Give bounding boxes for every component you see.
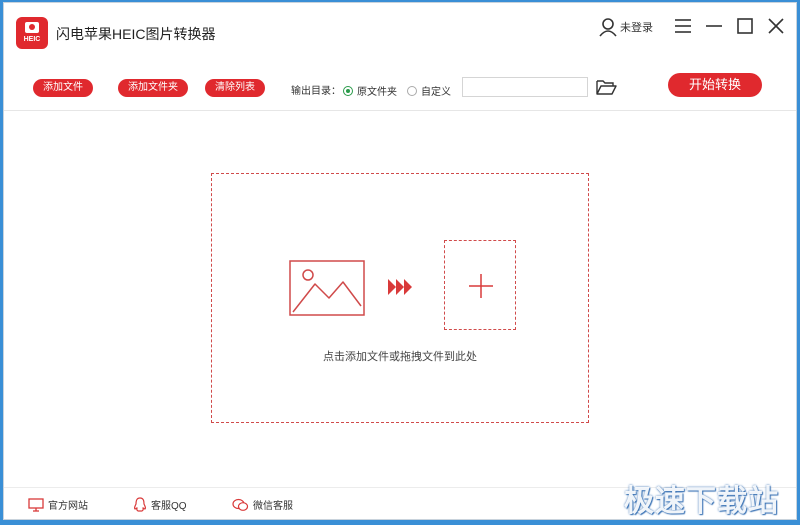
browse-folder-button[interactable] [595, 77, 617, 97]
radio-custom-label: 自定义 [421, 87, 451, 98]
start-convert-button[interactable]: 开始转换 [668, 73, 762, 97]
hamburger-icon [675, 19, 691, 33]
plus-icon [469, 274, 493, 298]
radio-original-folder[interactable]: 原文件夹 [343, 83, 397, 98]
watermark-text: 极速下载站 [624, 485, 779, 518]
radio-original-label: 原文件夹 [357, 87, 397, 98]
wechat-support-label: 微信客服 [253, 501, 293, 512]
camera-icon [25, 22, 39, 33]
login-label: 未登录 [620, 22, 653, 34]
wechat-support-link[interactable]: 微信客服 [232, 497, 293, 512]
radio-unchecked-icon [407, 85, 417, 96]
output-dir-label: 输出目录： [291, 86, 341, 97]
login-button[interactable]: 未登录 [598, 17, 653, 37]
logo-text: HEIC [23, 36, 41, 43]
maximize-button[interactable] [734, 15, 756, 37]
close-button[interactable] [765, 15, 787, 37]
maximize-icon [737, 18, 753, 34]
add-file-button[interactable]: 添加文件 [33, 79, 93, 97]
wechat-icon [232, 498, 249, 511]
image-icon [289, 260, 365, 316]
qq-support-label: 客服QQ [151, 501, 187, 512]
folder-open-icon [596, 80, 617, 95]
minimize-button[interactable] [703, 15, 725, 37]
user-icon [599, 18, 617, 37]
qq-icon [133, 497, 147, 512]
menu-button[interactable] [672, 15, 694, 37]
official-website-link[interactable]: 官方网站 [28, 497, 88, 512]
drop-hint-text: 点击添加文件或拖拽文件到此处 [323, 351, 477, 363]
qq-support-link[interactable]: 客服QQ [133, 497, 187, 512]
output-path-input[interactable] [462, 77, 588, 97]
monitor-icon [28, 497, 44, 512]
triple-arrow-icon [388, 279, 412, 295]
official-website-label: 官方网站 [48, 501, 88, 512]
app-window: HEIC 闪电苹果HEIC图片转换器 未登录 添加文件 添加文件夹 清除列表 输… [3, 2, 797, 520]
add-file-box[interactable] [444, 240, 516, 330]
radio-custom-folder[interactable]: 自定义 [407, 83, 451, 98]
title-bar: HEIC 闪电苹果HEIC图片转换器 未登录 [4, 3, 796, 61]
close-icon [768, 18, 784, 34]
clear-list-button[interactable]: 清除列表 [205, 79, 265, 97]
drop-zone[interactable]: 点击添加文件或拖拽文件到此处 [211, 173, 589, 423]
app-logo-icon: HEIC [16, 17, 48, 49]
add-folder-button[interactable]: 添加文件夹 [118, 79, 188, 97]
radio-checked-icon [343, 85, 353, 96]
toolbar: 添加文件 添加文件夹 清除列表 输出目录： 原文件夹 自定义 开始转换 [4, 61, 796, 111]
minimize-icon [706, 25, 722, 27]
app-title: 闪电苹果HEIC图片转换器 [56, 26, 216, 42]
